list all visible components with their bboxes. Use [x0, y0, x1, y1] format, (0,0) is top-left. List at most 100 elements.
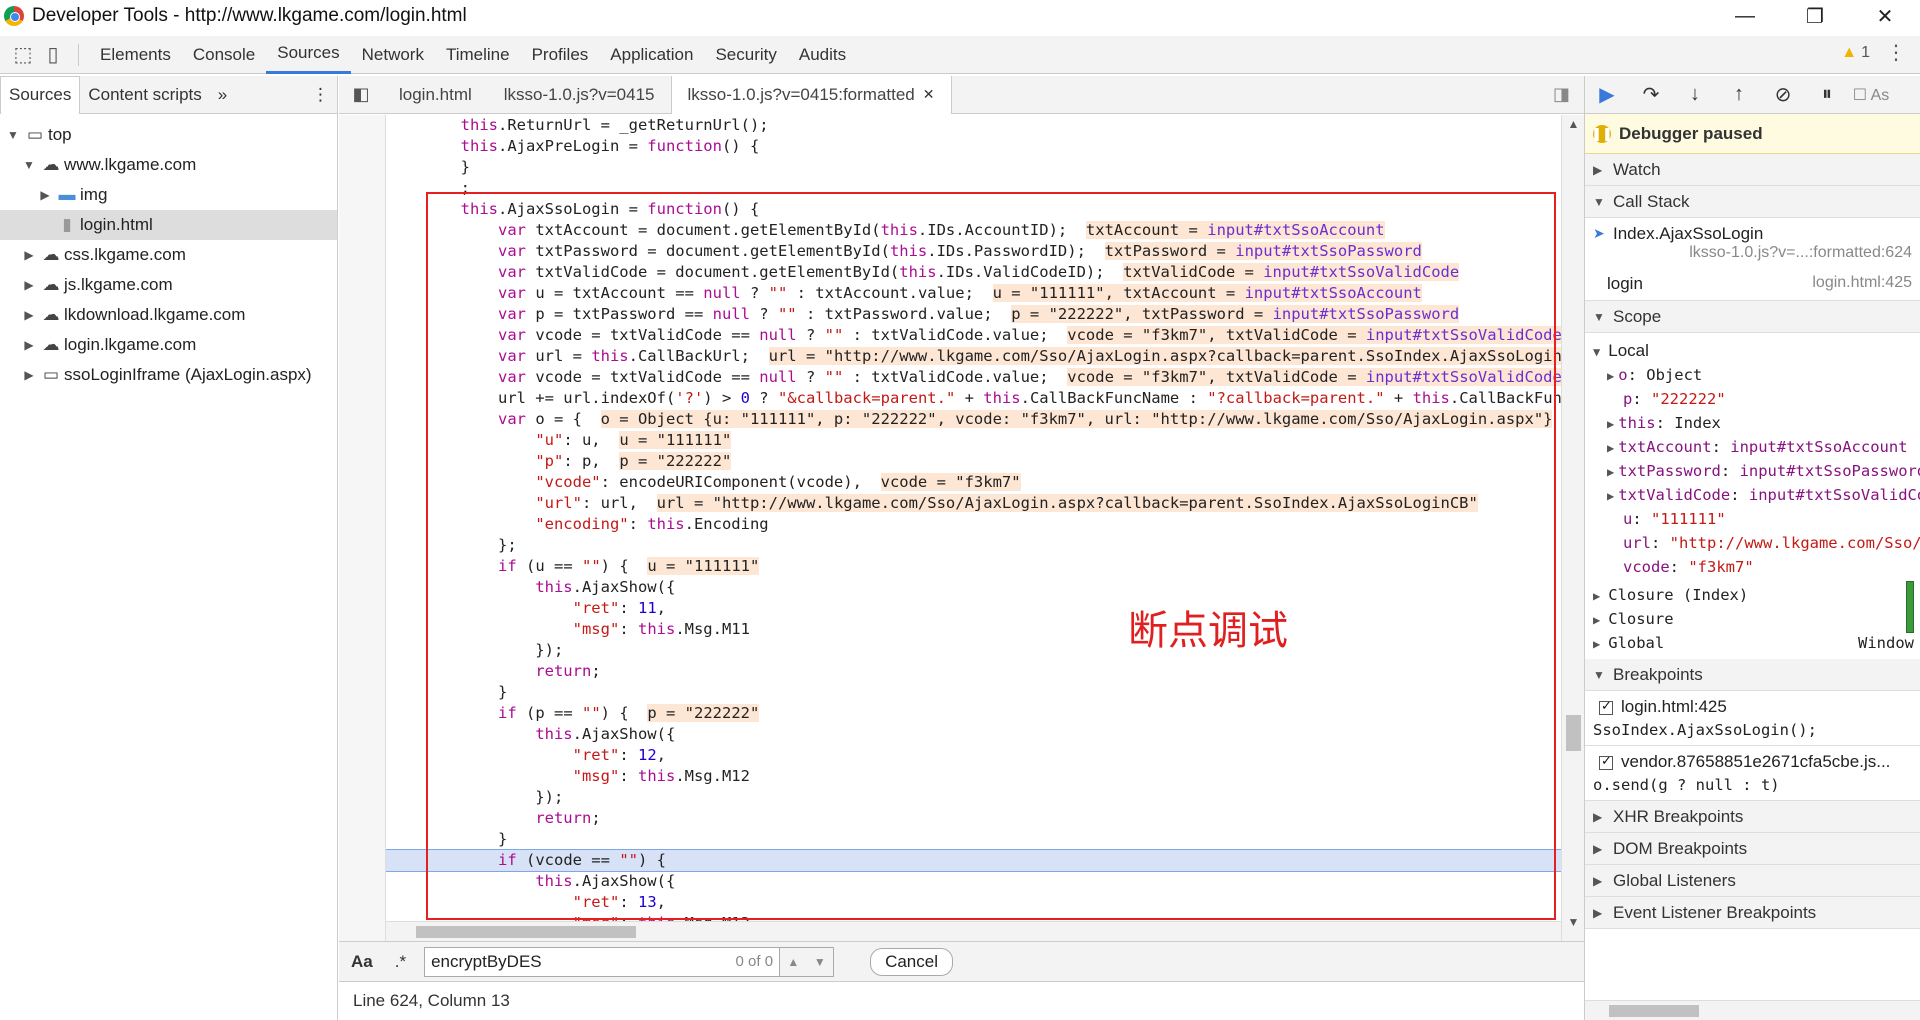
scope-variable[interactable]: vcode: "f3km7" [1593, 555, 1920, 579]
collapsed-arrow-icon[interactable]: ▶ [20, 308, 38, 322]
deactivate-breakpoints-icon[interactable]: ⊘ [1761, 82, 1805, 107]
tab-sources[interactable]: Sources [0, 75, 81, 114]
tree-item[interactable]: ▶ ☁ login.lkgame.com [0, 330, 337, 360]
file-tab-lksso-formatted[interactable]: lksso-1.0.js?v=0415:formatted ✕ [670, 75, 952, 114]
vertical-scrollbar[interactable]: ▲ ▼ [1561, 115, 1584, 941]
scope-variable[interactable]: ▶ txtValidCode: input#txtSsoValidCode [1593, 483, 1920, 507]
scroll-down-icon[interactable]: ▼ [1562, 915, 1584, 929]
section-watch[interactable]: ▶ Watch [1585, 154, 1920, 186]
toggle-navigator-icon[interactable]: ◧ [339, 84, 383, 105]
tab-profiles[interactable]: Profiles [521, 36, 600, 74]
tree-item[interactable]: ▼ ☁ www.lkgame.com [0, 150, 337, 180]
section-breakpoints[interactable]: ▼ Breakpoints [1585, 659, 1920, 691]
breakpoint-item[interactable]: vendor.87658851e2671cfa5cbe.js... o.send… [1585, 746, 1920, 801]
step-out-icon[interactable]: ↑ [1717, 83, 1761, 106]
collapsed-arrow-icon[interactable]: ▶ [20, 248, 38, 262]
sidebar-horizontal-scrollbar[interactable] [1585, 1000, 1920, 1020]
collapsed-arrow-icon[interactable]: ▶ [20, 368, 38, 382]
search-input[interactable]: encryptByDES 0 of 0 [424, 946, 781, 977]
customize-menu-icon[interactable]: ⋮ [1886, 40, 1906, 65]
collapsed-arrow-icon[interactable]: ▶ [1607, 465, 1614, 479]
file-tab-login-html[interactable]: login.html [383, 76, 488, 114]
section-scope[interactable]: ▼ Scope [1585, 301, 1920, 333]
tab-timeline[interactable]: Timeline [435, 36, 521, 74]
scope-variable[interactable]: ▶ txtPassword: input#txtSsoPassword [1593, 459, 1920, 483]
code-line[interactable]: 591 } [386, 157, 1561, 178]
tab-sources[interactable]: Sources [266, 36, 351, 74]
section-xhr-breakpoints[interactable]: ▶ XHR Breakpoints [1585, 801, 1920, 833]
vertical-scroll-thumb[interactable] [1566, 715, 1581, 751]
breakpoint-item[interactable]: login.html:425 SsoIndex.AjaxSsoLogin(); [1585, 691, 1920, 746]
expanded-arrow-icon[interactable]: ▼ [4, 128, 22, 142]
tab-content-scripts[interactable]: Content scripts [80, 76, 209, 114]
tree-item[interactable]: ▶ ▬ img [0, 180, 337, 210]
pause-on-exceptions-icon[interactable]: ⏸ [1805, 83, 1849, 106]
scope-variable[interactable]: ▶ this: Index [1593, 411, 1920, 435]
breakpoint-checkbox[interactable] [1599, 753, 1613, 770]
inspect-element-icon[interactable]: ⬚ [8, 40, 38, 70]
match-case-toggle[interactable]: Aa [351, 952, 373, 972]
tree-item[interactable]: ▶ ☁ css.lkgame.com [0, 240, 337, 270]
step-over-icon[interactable]: ↷ [1629, 82, 1673, 107]
scope-closure-index[interactable]: ▶ Closure (Index) [1593, 583, 1920, 607]
tree-item[interactable]: ▼ ▭ top [0, 120, 337, 150]
close-window-button[interactable]: ✕ [1850, 0, 1920, 32]
code-line[interactable]: 590 this.AjaxPreLogin = function() { [386, 136, 1561, 157]
collapsed-arrow-icon[interactable]: ▶ [20, 278, 38, 292]
search-prev-icon[interactable]: ▲ [787, 955, 799, 969]
device-mode-icon[interactable]: ▯ [38, 40, 68, 70]
navigator-menu-icon[interactable]: ⋮ [304, 76, 337, 114]
scope-closure[interactable]: ▶ Closure [1593, 607, 1920, 631]
collapsed-arrow-icon[interactable]: ▶ [36, 188, 54, 202]
collapsed-arrow-icon[interactable]: ▶ [1607, 441, 1614, 455]
breakpoint-checkbox[interactable] [1599, 698, 1613, 715]
section-call-stack[interactable]: ▼ Call Stack [1585, 186, 1920, 218]
tree-item[interactable]: ▶ ☁ js.lkgame.com [0, 270, 337, 300]
scope-variable[interactable]: ▶ txtAccount: input#txtSsoAccount [1593, 435, 1920, 459]
sidebar-scroll-thumb[interactable] [1609, 1005, 1699, 1017]
minimize-button[interactable]: — [1710, 0, 1780, 32]
horizontal-scroll-thumb[interactable] [416, 926, 636, 938]
async-checkbox[interactable]: ☐ As [1849, 85, 1893, 105]
close-tab-icon[interactable]: ✕ [923, 86, 935, 103]
collapsed-arrow-icon[interactable]: ▶ [1607, 369, 1614, 383]
tab-audits[interactable]: Audits [788, 36, 857, 74]
step-into-icon[interactable]: ↓ [1673, 83, 1717, 106]
scope-variable[interactable]: p: "222222" [1593, 387, 1920, 411]
collapsed-arrow-icon[interactable]: ▶ [20, 338, 38, 352]
tab-console[interactable]: Console [182, 36, 266, 74]
tree-item[interactable]: ▶ ☁ lkdownload.lkgame.com [0, 300, 337, 330]
more-tabs-icon[interactable]: » [210, 76, 235, 114]
regex-toggle[interactable]: .* [395, 952, 406, 972]
scope-variable[interactable]: u: "111111" [1593, 507, 1920, 531]
scope-variable[interactable]: url: "http://www.lkgame.com/Sso/AjaxLogi… [1593, 531, 1920, 555]
call-frame-current[interactable]: Index.AjaxSsoLogin lksso-1.0.js?v=...:fo… [1585, 222, 1920, 264]
tab-application[interactable]: Application [599, 36, 704, 74]
tab-network[interactable]: Network [351, 36, 435, 74]
scope-variable[interactable]: ▶ o: Object [1593, 363, 1920, 387]
scroll-up-icon[interactable]: ▲ [1562, 117, 1584, 131]
tree-item[interactable]: ▮ login.html [0, 210, 337, 240]
search-next-icon[interactable]: ▼ [814, 955, 826, 969]
restore-button[interactable]: ❐ [1780, 0, 1850, 32]
toggle-debugger-icon[interactable]: ◨ [1553, 84, 1570, 105]
horizontal-scrollbar[interactable] [386, 921, 1561, 941]
file-tab-lksso[interactable]: lksso-1.0.js?v=0415 [488, 76, 671, 114]
scope-global[interactable]: ▶ Global Window [1593, 631, 1920, 655]
tab-elements[interactable]: Elements [89, 36, 182, 74]
code-line[interactable]: 589 this.ReturnUrl = _getReturnUrl(); [386, 115, 1561, 136]
resume-icon[interactable]: ▶ [1585, 82, 1629, 107]
collapsed-arrow-icon[interactable]: ▶ [1607, 489, 1614, 503]
tab-security[interactable]: Security [704, 36, 787, 74]
line-gutter[interactable] [339, 115, 386, 941]
expanded-arrow-icon[interactable]: ▼ [20, 158, 38, 172]
section-dom-breakpoints[interactable]: ▶ DOM Breakpoints [1585, 833, 1920, 865]
section-global-listeners[interactable]: ▶ Global Listeners [1585, 865, 1920, 897]
warning-counter[interactable]: ▲ 1 [1841, 44, 1870, 62]
tree-item[interactable]: ▶ ▭ ssoLoginIframe (AjaxLogin.aspx) [0, 360, 337, 390]
section-event-listener-breakpoints[interactable]: ▶ Event Listener Breakpoints [1585, 897, 1920, 929]
call-frame[interactable]: login login.html:425 [1585, 272, 1920, 296]
scope-local[interactable]: ▼ Local [1593, 339, 1920, 363]
collapsed-arrow-icon[interactable]: ▶ [1607, 417, 1614, 431]
cancel-search-button[interactable]: Cancel [870, 947, 953, 976]
